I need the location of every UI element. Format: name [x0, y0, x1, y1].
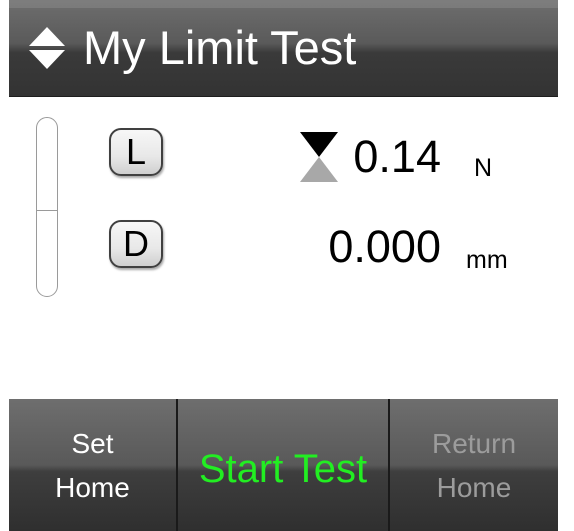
load-unit: N [474, 154, 493, 182]
return-home-button[interactable]: Return Home [390, 399, 558, 531]
set-home-label-line2: Home [55, 472, 130, 503]
start-test-button[interactable]: Start Test [178, 399, 390, 531]
page-title: My Limit Test [83, 21, 357, 74]
scrollbar-thumb-divider [37, 210, 57, 211]
app-window: My Limit Test L D 0.14 N 0.000 mm Set Ho… [0, 0, 574, 531]
set-home-button[interactable]: Set Home [9, 399, 178, 531]
frame-right-edge [558, 0, 574, 531]
load-channel-button[interactable]: L [109, 128, 163, 176]
header-bar: My Limit Test [9, 0, 558, 97]
sort-up-down-icon[interactable] [27, 26, 67, 70]
header-highlight [9, 0, 558, 8]
vertical-scrollbar[interactable] [36, 117, 58, 297]
start-test-label: Start Test [198, 447, 368, 491]
frame-left-edge [0, 0, 9, 531]
load-value: 0.14 [353, 131, 441, 182]
set-home-label-line1: Set [71, 428, 114, 459]
bottom-toolbar: Set Home Start Test Return Home [9, 399, 558, 531]
return-home-label-line1: Return [431, 428, 517, 459]
distance-unit: mm [466, 246, 508, 274]
distance-channel-button[interactable]: D [109, 220, 163, 268]
return-home-label-line2: Home [436, 472, 512, 503]
distance-value: 0.000 [328, 221, 441, 272]
